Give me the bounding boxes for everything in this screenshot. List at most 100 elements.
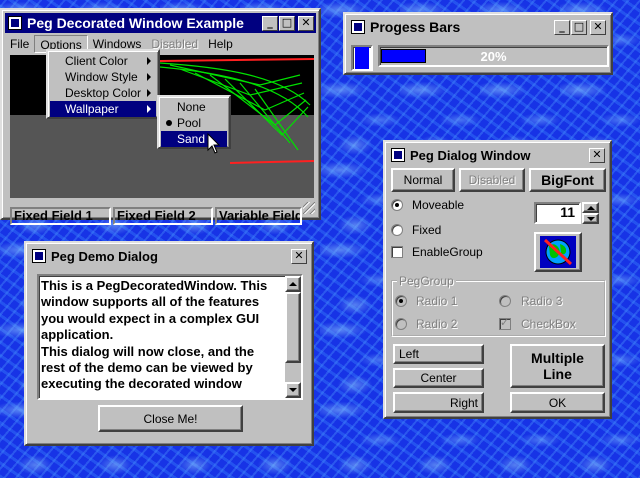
radio-1-label: Radio 1 (416, 294, 458, 308)
horizontal-progress-bar: 20% (378, 45, 609, 67)
text-line: This dialog will now close, and the (41, 343, 255, 359)
close-button[interactable]: ✕ (590, 19, 606, 35)
enable-group-checkbox[interactable] (391, 246, 403, 258)
demo-dialog-title: Peg Demo Dialog (51, 248, 158, 264)
text-line: window supports all of the features (41, 294, 260, 310)
close-me-button[interactable]: Close Me! (98, 405, 243, 432)
enable-group-label: EnableGroup (412, 245, 483, 259)
fixed-radio[interactable] (391, 224, 403, 236)
radio-3-label: Radio 3 (521, 294, 563, 308)
system-menu-icon[interactable] (351, 20, 365, 34)
progress-label: 20% (480, 49, 507, 64)
dialog-window-title: Peg Dialog Window (410, 147, 531, 163)
vertical-progress-bar (351, 45, 373, 71)
fixed-label: Fixed (412, 223, 442, 237)
moveable-label: Moveable (412, 198, 465, 212)
menu-file[interactable]: File (5, 35, 34, 53)
down-arrow-icon (586, 216, 595, 221)
submenu-arrow-icon (147, 105, 151, 113)
left-button-label: Left (399, 347, 420, 361)
menu-item-label: Wallpaper (65, 102, 119, 116)
globe-icon (540, 236, 576, 268)
decorated-window-title: Peg Decorated Window Example (27, 15, 244, 31)
menu-item-window-style[interactable]: Window Style (50, 69, 156, 85)
message-textbox[interactable]: This is a PegDecoratedWindow. This windo… (37, 274, 303, 400)
progress-window-titlebar[interactable]: Progess Bars _ □ ✕ (348, 17, 608, 37)
menu-item-label: Desktop Color (65, 86, 142, 100)
wallpaper-pool[interactable]: Pool (161, 115, 227, 131)
text-line: executing the decorated window (41, 376, 242, 392)
right-button-label: Right (449, 395, 478, 410)
menu-item-wallpaper[interactable]: Wallpaper (50, 101, 156, 117)
scroll-thumb[interactable] (285, 292, 301, 363)
scroll-down-button[interactable] (285, 382, 301, 398)
text-line: you would expect in a complex GUI (41, 310, 260, 326)
minimize-button[interactable]: _ (262, 15, 278, 31)
selected-dot-icon (166, 120, 172, 126)
globe-bitmap-button[interactable] (534, 232, 582, 272)
scroll-up-button[interactable] (285, 276, 301, 292)
close-button[interactable]: ✕ (589, 147, 605, 163)
text-line: application. (41, 327, 114, 343)
vertical-scrollbar[interactable] (285, 276, 301, 398)
normal-button[interactable]: Normal (391, 168, 455, 192)
disabled-button: Disabled (459, 168, 525, 192)
spinner-down-button[interactable] (582, 213, 599, 224)
decorated-window-titlebar[interactable]: Peg Decorated Window Example _ □ ✕ (5, 13, 316, 33)
center-button[interactable]: Center (393, 368, 484, 388)
submenu-arrow-icon (147, 73, 151, 81)
vertical-progress-fill (355, 47, 369, 69)
mouse-cursor-icon (207, 133, 221, 154)
up-arrow-icon (289, 282, 297, 286)
system-menu-icon[interactable] (391, 148, 405, 162)
options-menu: Client Color Window Style Desktop Color … (46, 49, 160, 119)
menu-item-label: None (177, 100, 206, 114)
progress-window: Progess Bars _ □ ✕ 20% (343, 12, 613, 75)
menu-item-label: Sand (177, 132, 206, 146)
menu-item-desktop-color[interactable]: Desktop Color (50, 85, 156, 101)
left-button[interactable]: Left (393, 344, 484, 364)
wallpaper-none[interactable]: None (161, 99, 227, 115)
dialog-window: Peg Dialog Window ✕ Normal Disabled BigF… (383, 140, 612, 419)
text-line: This is a PegDecoratedWindow. This (41, 278, 268, 293)
ok-button[interactable]: OK (510, 392, 605, 413)
maximize-button[interactable]: □ (571, 19, 587, 35)
submenu-arrow-icon (147, 89, 151, 97)
system-menu-icon[interactable] (8, 16, 22, 30)
down-arrow-icon (289, 388, 297, 392)
moveable-radio[interactable] (391, 199, 403, 211)
right-button[interactable]: Right (393, 392, 484, 413)
status-field-2: Fixed Field 2 (113, 207, 213, 225)
up-arrow-icon (586, 205, 595, 210)
checkbox (499, 316, 511, 330)
multiline-label: Multiple Line (531, 350, 584, 382)
menu-help[interactable]: Help (203, 35, 238, 53)
status-field-variable: Variable Field (215, 207, 302, 225)
spinner-value: 11 (560, 204, 575, 220)
spinner-field[interactable]: 11 (534, 202, 581, 224)
multiline-button[interactable]: Multiple Line (510, 344, 605, 388)
close-button[interactable]: ✕ (298, 15, 314, 31)
demo-dialog: Peg Demo Dialog ✕ This is a PegDecorated… (24, 241, 314, 446)
minimize-button[interactable]: _ (554, 19, 570, 35)
menu-item-label: Pool (177, 116, 202, 130)
radio-2-label: Radio 2 (416, 317, 458, 331)
maximize-button[interactable]: □ (279, 15, 295, 31)
demo-dialog-titlebar[interactable]: Peg Demo Dialog ✕ (29, 246, 309, 266)
radio-3 (499, 295, 511, 307)
menu-item-label: Client Color (65, 54, 128, 68)
menu-item-client-color[interactable]: Client Color (50, 53, 156, 69)
radio-1 (395, 295, 407, 307)
checkbox-label: CheckBox (521, 317, 576, 331)
bigfont-button[interactable]: BigFont (529, 168, 606, 192)
dialog-window-titlebar[interactable]: Peg Dialog Window ✕ (388, 145, 607, 165)
status-field-1: Fixed Field 1 (10, 207, 111, 225)
radio-2 (395, 318, 407, 330)
submenu-arrow-icon (147, 57, 151, 65)
text-line: rest of the demo can be viewed by (41, 360, 253, 376)
spinner-up-button[interactable] (582, 202, 599, 213)
red-line (159, 58, 314, 62)
system-menu-icon[interactable] (32, 249, 46, 263)
close-button[interactable]: ✕ (291, 248, 307, 264)
resize-grip-icon[interactable] (303, 202, 315, 214)
